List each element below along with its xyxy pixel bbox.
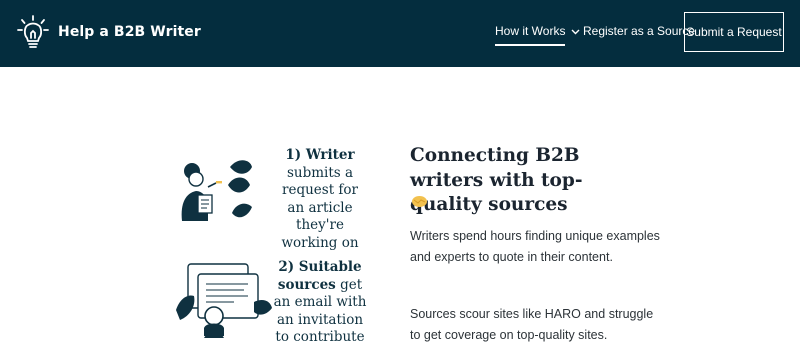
nav-how-it-works[interactable]: How it Works <box>495 24 580 46</box>
lightbulb-icon <box>17 15 49 48</box>
brand-name: Help a B2B Writer <box>58 24 201 40</box>
top-navigation: Help a B2B Writer How it Works Register … <box>0 0 800 67</box>
step-1-number: 1) Writer <box>285 147 355 163</box>
sources-illustration <box>176 263 272 338</box>
handshake-emoji <box>412 196 427 207</box>
submit-request-button[interactable]: Submit a Request <box>684 12 784 52</box>
nav-how-it-works-label: How it Works <box>495 24 566 46</box>
chevron-down-icon <box>571 29 580 35</box>
brand-link[interactable]: Help a B2B Writer <box>16 14 201 50</box>
nav-register-source[interactable]: Register as a Source <box>583 24 695 38</box>
step-1-text: 1) Writer submits a request for an artic… <box>272 147 368 252</box>
intro-heading: Connecting B2B writers with top-quality … <box>410 145 583 215</box>
step-2-text: 2) Suitable sources get an email with an… <box>272 259 368 347</box>
writer-illustration <box>181 160 252 221</box>
intro-paragraph-1: Writers spend hours finding unique examp… <box>410 229 660 264</box>
step-1-description: submits a request for an article they're… <box>281 164 359 251</box>
intro-paragraph-2: Sources scour sites like HARO and strugg… <box>410 307 654 342</box>
